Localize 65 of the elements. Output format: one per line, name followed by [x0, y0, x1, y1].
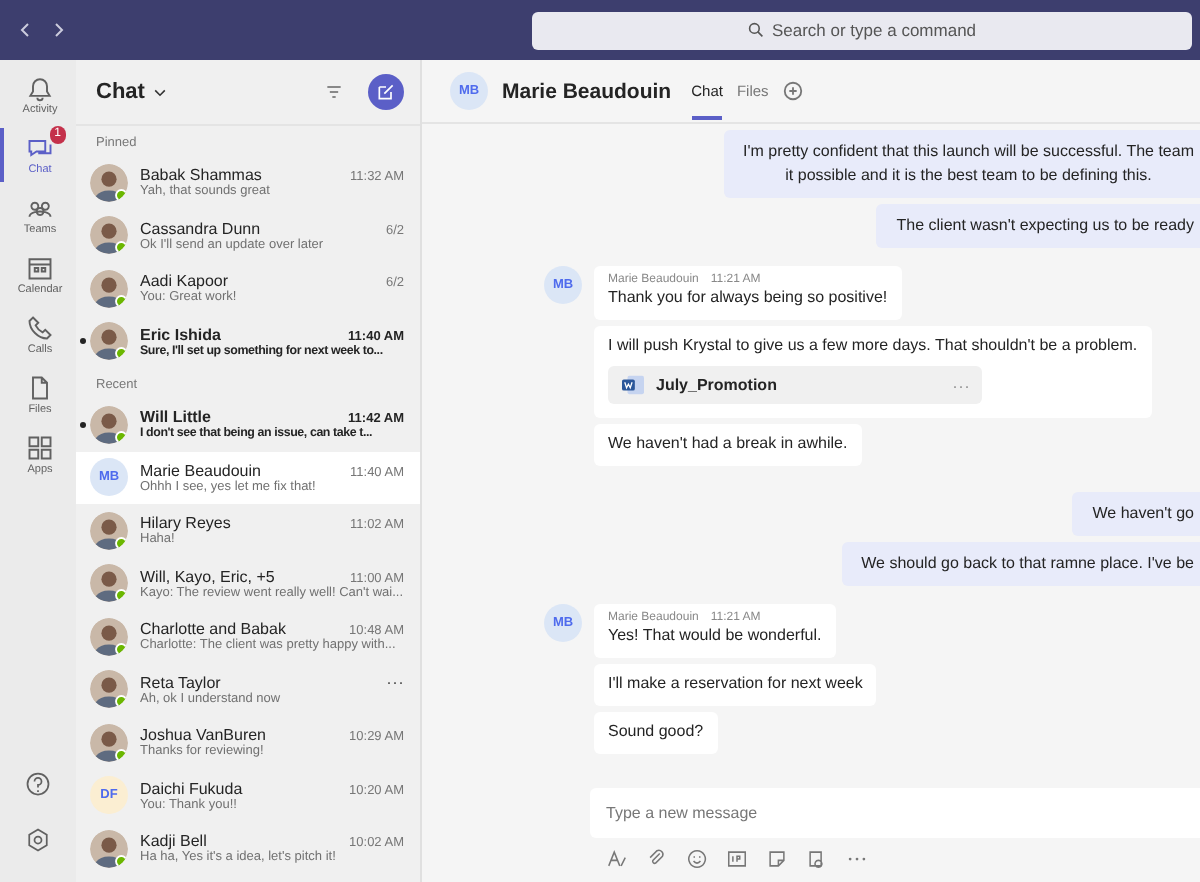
- unread-dot: [80, 421, 86, 428]
- avatar-icon: [90, 163, 128, 202]
- sticker-icon[interactable]: [766, 848, 788, 870]
- avatar-icon: [90, 829, 128, 868]
- message-text: We haven't had a break in awhile.: [608, 432, 848, 456]
- chat-icon: [26, 134, 54, 162]
- avatar-icon: [90, 723, 128, 762]
- format-icon[interactable]: [606, 848, 628, 870]
- more-options[interactable]: ···: [386, 673, 404, 690]
- document-icon: [620, 374, 646, 396]
- contact-name: Cassandra Dunn: [140, 219, 261, 238]
- avatar-icon: [90, 322, 128, 361]
- grid-icon: [26, 434, 54, 462]
- attach-icon[interactable]: [646, 848, 668, 870]
- search-field[interactable]: Search or type a command: [532, 11, 1192, 49]
- avatar-icon: [90, 670, 128, 709]
- avatar-icon: [90, 511, 128, 550]
- contact-name: Aadi Kapoor: [140, 272, 229, 291]
- calendar-icon: [26, 254, 54, 282]
- phone-icon: [26, 314, 54, 342]
- filter-icon[interactable]: [324, 82, 344, 102]
- unread-dot: [80, 338, 86, 345]
- message-text: it possible and it is the best team to be defining this.: [785, 164, 1152, 188]
- chevron-icon[interactable]: [152, 84, 169, 100]
- contact-name: Eric Ishida: [140, 325, 221, 344]
- contact-name: Marie Beaudouin: [140, 461, 261, 480]
- emoji-icon[interactable]: [686, 848, 708, 870]
- avatar-icon: [90, 269, 128, 308]
- avatar-icon: [90, 564, 128, 603]
- message-text: We should go back to that ramne place. I've be: [861, 552, 1194, 576]
- contact-name: Will, Kayo, Eric, +5: [140, 567, 275, 586]
- add-tab-icon[interactable]: [782, 80, 805, 102]
- meeting-icon[interactable]: [806, 848, 828, 870]
- message-input[interactable]: Type a new message: [590, 788, 1200, 838]
- avatar-icon: [90, 405, 128, 444]
- message-text: Thank you for always being so positive!: [608, 286, 888, 310]
- contact-name: Marie Beaudouin: [502, 79, 672, 103]
- avatar-icon: [90, 617, 128, 656]
- message-text: Sound good?: [608, 720, 704, 744]
- message-text: I will push Krystal to give us a few more days. That shouldn't be a problem.: [608, 334, 1138, 358]
- gif-icon[interactable]: [726, 848, 748, 870]
- contact-name: Will Little: [140, 408, 211, 427]
- chat-title[interactable]: Chat: [96, 80, 145, 104]
- message-text: I'm pretty confident that this launch will be successful. The team: [743, 140, 1194, 164]
- file-icon: [26, 374, 54, 402]
- contact-name: Reta Taylor: [140, 673, 221, 692]
- contact-name: Daichi Fukuda: [140, 779, 243, 798]
- message-text: I'll make a reservation for next week: [608, 672, 863, 696]
- avatar-icon: [90, 216, 128, 255]
- contact-name: Joshua VanBuren: [140, 726, 267, 745]
- search-icon: [747, 22, 764, 38]
- message-text: We haven't go: [1092, 502, 1194, 526]
- contact-name: Babak Shammas: [140, 166, 262, 185]
- compose-icon: [376, 82, 396, 102]
- contact-name: Charlotte and Babak: [140, 620, 286, 639]
- message-text: The client wasn't expecting us to be ready: [896, 214, 1194, 238]
- file-name: July_Promotion: [656, 376, 777, 394]
- bell-icon: [26, 74, 54, 102]
- help-icon[interactable]: [24, 770, 52, 798]
- message-text: Yes! That would be wonderful.: [608, 624, 822, 648]
- settings-icon[interactable]: [24, 826, 52, 854]
- contact-name: Kadji Bell: [140, 832, 207, 851]
- file-attachment[interactable]: July_Promotion ···: [608, 366, 982, 404]
- contact-name: Hilary Reyes: [140, 514, 231, 533]
- new-chat-button[interactable]: [368, 74, 404, 110]
